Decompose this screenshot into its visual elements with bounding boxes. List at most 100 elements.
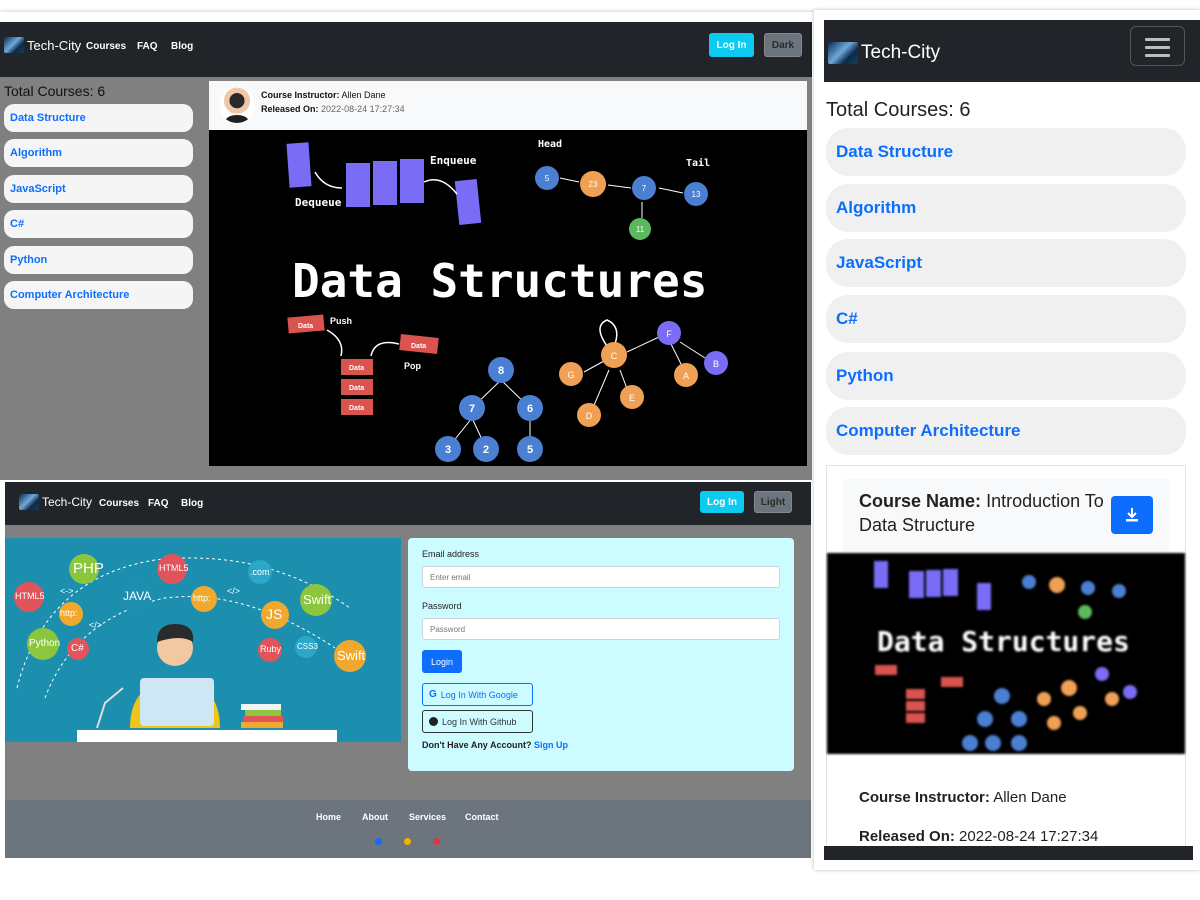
footer-link-services[interactable]: Services <box>409 812 446 822</box>
signup-link[interactable]: Sign Up <box>534 740 568 750</box>
enqueue-label: Enqueue <box>430 154 477 167</box>
nav-link-blog[interactable]: Blog <box>181 498 203 509</box>
brand-name: Tech-City <box>42 495 93 509</box>
footer-link-contact[interactable]: Contact <box>465 812 499 822</box>
google-login-button[interactable]: G Log In With Google <box>422 683 533 706</box>
graph-node-g: G <box>567 370 574 380</box>
menu-icon-bar <box>1145 54 1170 57</box>
footer-link-about[interactable]: About <box>362 812 388 822</box>
tag-swift-top: Swift <box>303 592 332 607</box>
nav-link-faq[interactable]: FAQ <box>137 41 158 52</box>
course-item-algorithm[interactable]: Algorithm <box>826 184 1186 232</box>
brand[interactable]: Tech-City <box>19 494 92 510</box>
course-page-desktop: Tech-City Courses FAQ Blog Log In Dark T… <box>0 12 822 480</box>
course-card-header: Course Name: Introduction To Data Struct… <box>843 479 1169 553</box>
tree-node-7: 7 <box>469 403 475 415</box>
stack-push-data: Data <box>298 323 313 330</box>
github-login-button[interactable]: Log In With Github <box>422 710 533 733</box>
course-item-csharp[interactable]: C# <box>4 210 193 238</box>
signup-prompt: Don't Have Any Account? <box>422 740 532 750</box>
course-item-javascript[interactable]: JavaScript <box>4 175 193 203</box>
list-node-11: 11 <box>636 225 645 234</box>
course-item-data-structure[interactable]: Data Structure <box>4 104 193 132</box>
brand-name: Tech-City <box>861 42 941 63</box>
course-item-csharp[interactable]: C# <box>826 295 1186 343</box>
push-label: Push <box>330 316 352 326</box>
download-button[interactable] <box>1111 496 1153 534</box>
tree-node-8: 8 <box>498 365 504 377</box>
released-label: Released On: <box>859 828 955 845</box>
login-form-card: Email address Enter email Password Passw… <box>408 538 794 771</box>
tail-label: Tail <box>686 157 710 169</box>
released-date: 2022-08-24 17:27:34 <box>959 828 1099 845</box>
graph-node-a: A <box>683 371 689 381</box>
tag-js: JS <box>266 606 283 622</box>
course-item-javascript[interactable]: JavaScript <box>826 239 1186 287</box>
brand-name: Tech-City <box>27 37 82 53</box>
banner-title: Data Structures <box>292 254 708 308</box>
bottom-bar <box>824 846 1193 860</box>
graph-node-f: F <box>666 329 672 339</box>
youtube-icon[interactable] <box>433 838 440 845</box>
released-line: Released On: 2022-08-24 17:27:34 <box>859 828 1098 845</box>
tag-csharp: C# <box>71 643 84 654</box>
google-login-label: Log In With Google <box>440 689 518 700</box>
dark-mode-button[interactable]: Dark <box>764 33 802 57</box>
hamburger-menu-button[interactable] <box>1130 26 1185 66</box>
instructor-label: Course Instructor: <box>261 90 340 100</box>
facebook-icon[interactable] <box>375 838 382 845</box>
course-item-computer-architecture[interactable]: Computer Architecture <box>4 281 193 309</box>
navbar: Tech-City Courses FAQ Blog Log In Dark <box>0 22 812 77</box>
course-page-mobile: Tech-City Total Courses: 6 Data Structur… <box>814 10 1200 870</box>
stack-data-2: Data <box>349 385 364 392</box>
course-item-python[interactable]: Python <box>4 246 193 274</box>
tag-html5-left: HTML5 <box>15 591 45 601</box>
password-input[interactable]: Password <box>422 618 780 640</box>
programming-languages-illustration <box>14 554 366 742</box>
nav-link-courses[interactable]: Courses <box>99 498 139 509</box>
login-submit-button[interactable]: Login <box>422 650 462 673</box>
signup-line: Don't Have Any Account? Sign Up <box>422 740 568 750</box>
hero-illustration: PHP HTML5 .com HTML5 JAVA http: http: Sw… <box>5 538 401 742</box>
course-item-python[interactable]: Python <box>826 352 1186 400</box>
login-page-desktop: Tech-City Courses FAQ Blog Log In Light <box>0 480 822 868</box>
login-button[interactable]: Log In <box>709 33 754 57</box>
total-courses: Total Courses: 6 <box>4 83 106 99</box>
tag-code-left: </> <box>89 620 103 630</box>
course-item-data-structure[interactable]: Data Structure <box>826 128 1186 176</box>
instructor-line: Course Instructor: Allen Dane <box>859 789 1067 806</box>
graph-node-d: D <box>586 411 593 421</box>
github-login-label: Log In With Github <box>442 716 517 727</box>
course-card: Course Name: Introduction To Data Struct… <box>826 465 1186 855</box>
tree-node-6: 6 <box>527 403 533 415</box>
nav-link-courses[interactable]: Courses <box>86 41 126 52</box>
light-mode-button[interactable]: Light <box>754 491 792 513</box>
tag-arrows: <-> <box>60 586 74 596</box>
pop-label: Pop <box>404 361 422 371</box>
head-label: Head <box>538 139 562 150</box>
instructor-name: Allen Dane <box>341 90 386 100</box>
course-item-algorithm[interactable]: Algorithm <box>4 139 193 167</box>
graph-node-e: E <box>629 393 635 403</box>
brand[interactable]: Tech-City <box>828 42 940 64</box>
released-label: Released On: <box>261 104 319 114</box>
banner-title: Data Structures <box>877 625 1130 658</box>
nav-link-faq[interactable]: FAQ <box>148 498 169 509</box>
instagram-icon[interactable] <box>404 838 411 845</box>
github-icon <box>429 717 438 726</box>
email-input[interactable]: Enter email <box>422 566 780 588</box>
course-item-computer-architecture[interactable]: Computer Architecture <box>826 407 1186 455</box>
list-node-5: 5 <box>545 174 550 183</box>
list-node-13: 13 <box>692 190 701 199</box>
stack-pop-data: Data <box>411 343 426 350</box>
download-icon <box>1126 508 1138 522</box>
tag-java: JAVA <box>123 589 152 603</box>
brand[interactable]: Tech-City <box>4 37 81 53</box>
login-button[interactable]: Log In <box>700 491 744 513</box>
footer-link-home[interactable]: Home <box>316 812 341 822</box>
tag-http-right: http: <box>193 593 211 603</box>
course-banner-image: Data Structures <box>827 553 1185 754</box>
nav-link-blog[interactable]: Blog <box>171 41 193 52</box>
tag-dotcom: .com <box>250 567 270 577</box>
course-banner-image: Enqueue Dequeue Head Tail 5 23 7 13 11 D… <box>209 130 807 466</box>
